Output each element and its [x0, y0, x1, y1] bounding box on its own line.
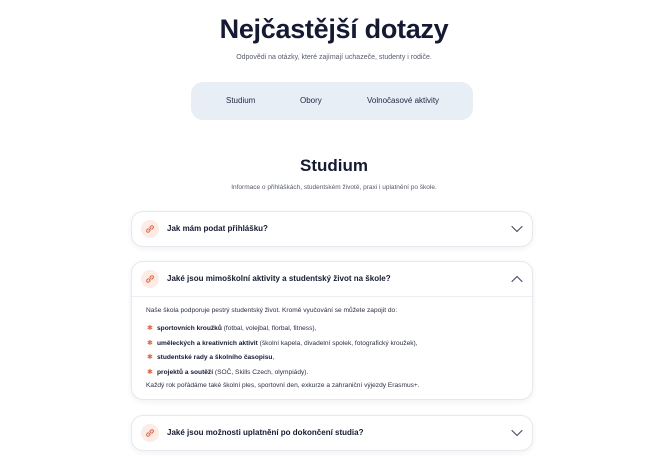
page-subtitle: Odpovědi na otázky, které zajímají uchaz… [236, 54, 432, 61]
item-bold: sportovních kroužků [157, 325, 222, 332]
page-title: Nejčastější dotazy [219, 14, 449, 44]
list-item: ✱ projektů a soutěží (SOČ, Skills Czech, … [146, 368, 518, 383]
answer-outro: Každý rok pořádáme také školní ples, spo… [146, 382, 420, 389]
chevron-down-icon[interactable] [511, 428, 523, 438]
faq-item-expanded: Jaké jsou mimoškolní aktivity a students… [131, 261, 533, 400]
faq-item: Jaké jsou možnosti uplatnění po dokončen… [131, 415, 533, 451]
list-item: ✱ sportovních kroužků (fotbal, volejbal, … [146, 324, 518, 339]
faq-answer: Naše škola podporuje pestrý studentský ž… [132, 297, 532, 389]
tab-studium[interactable]: Studium [226, 82, 255, 120]
item-bold: projektů a soutěží [157, 368, 214, 376]
item-text: , [272, 354, 275, 361]
link-icon [141, 220, 159, 238]
link-icon [141, 270, 159, 288]
faq-question-toggle[interactable]: Jak mám podat přihlášku? [132, 212, 532, 246]
list-item: ✱ studentské rady a školního časopisu, [146, 353, 518, 368]
faq-question-toggle[interactable]: Jaké jsou možnosti uplatnění po dokončen… [132, 416, 532, 450]
list-item: ✱ uměleckých a kreativních aktivit (školn… [146, 339, 518, 354]
faq-item: Jak mám podat přihlášku? [131, 211, 533, 247]
item-bold: studentské rady a školního časopisu [157, 354, 273, 361]
faq-question: Jak mám podat přihlášku? [167, 224, 268, 233]
faq-question: Jaké jsou mimoškolní aktivity a students… [167, 274, 391, 283]
item-text: (SOČ, Skills Czech, olympiády). [213, 368, 309, 376]
faq-question-toggle[interactable]: Jaké jsou mimoškolní aktivity a students… [132, 262, 532, 296]
answer-list: ✱ sportovních kroužků (fotbal, volejbal, … [146, 324, 518, 382]
tab-volnocasove-aktivity[interactable]: Volnočasové aktivity [367, 82, 439, 120]
section-title: Studium [300, 156, 368, 175]
star-icon: ✱ [147, 368, 153, 376]
star-icon: ✱ [147, 325, 153, 332]
answer-intro: Naše škola podporuje pestrý studentský ž… [146, 307, 398, 314]
category-tabs: Studium Obory Volnočasové aktivity [191, 82, 473, 120]
item-bold: uměleckých a kreativních aktivit [157, 339, 258, 347]
link-icon [141, 424, 159, 442]
star-icon: ✱ [147, 354, 153, 361]
section-subtitle: Informace o přihláškách, studentském živ… [231, 184, 437, 191]
chevron-down-icon[interactable] [511, 224, 523, 234]
chevron-up-icon[interactable] [511, 274, 523, 284]
item-text: (fotbal, volejbal, florbal, fitness), [221, 325, 317, 332]
star-icon: ✱ [147, 339, 153, 347]
faq-question: Jaké jsou možnosti uplatnění po dokončen… [167, 428, 364, 437]
item-text: (školní kapela, divadelní spolek, fotogr… [257, 339, 418, 347]
tab-obory[interactable]: Obory [300, 82, 322, 120]
